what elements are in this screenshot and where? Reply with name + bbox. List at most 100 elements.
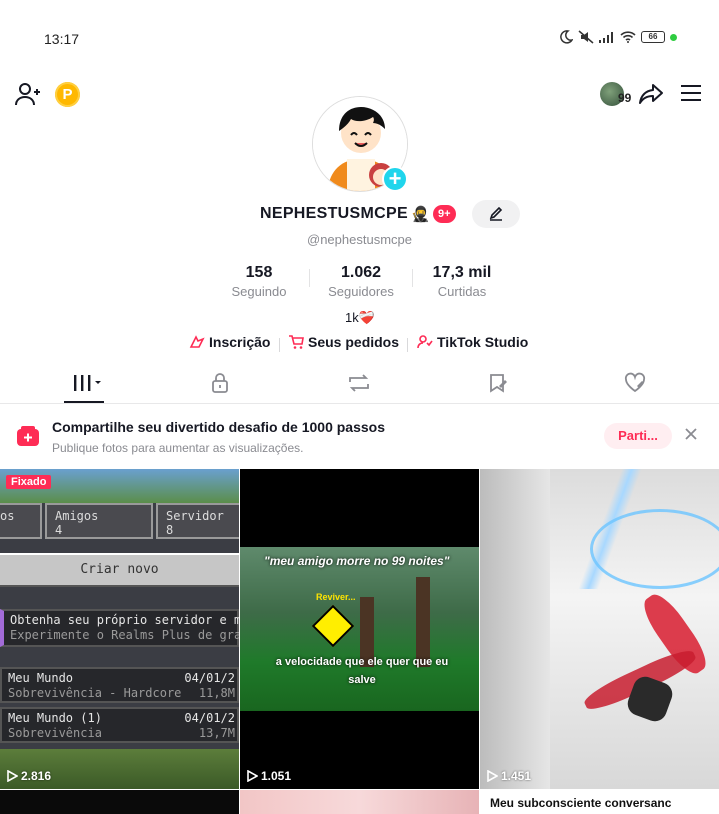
divider	[309, 269, 310, 287]
mc-world-size: 13,7M	[198, 726, 235, 740]
stat-followers[interactable]: 1.062 Seguidores	[324, 264, 398, 299]
link-label: Seus pedidos	[308, 334, 400, 350]
video-thumbnail[interactable]: "meu amigo morre no 99 noites" Reviver..…	[240, 469, 479, 789]
username: NEPHESTUSMCPE	[260, 205, 408, 222]
wifi-icon	[620, 31, 636, 43]
video-thumbnail[interactable]	[240, 790, 479, 814]
link-subscription[interactable]: Inscrição	[189, 334, 270, 350]
participate-button[interactable]: Parti...	[604, 423, 672, 449]
status-bar: 13:17 66	[0, 0, 719, 78]
mc-tab-count: 4	[55, 523, 63, 537]
mc-world-row: Meu Mundo (1) 04/01/2 Sobrevivência 13,7M	[0, 707, 239, 743]
mc-world-name: Meu Mundo	[8, 671, 74, 685]
user-handle: @nephestusmcpe	[307, 232, 412, 247]
mc-promo-subtitle: Experimente o Realms Plus de graç	[10, 628, 239, 642]
tab-favorites[interactable]	[487, 372, 509, 399]
banner-subtitle: Publique fotos para aumentar as visualiz…	[52, 441, 304, 455]
content-tabs	[0, 368, 719, 404]
stat-label: Seguindo	[231, 284, 287, 299]
mc-tab-label: os	[0, 509, 15, 523]
view-count-value: 1.451	[501, 769, 532, 783]
coin-icon[interactable]: P	[55, 82, 80, 107]
close-icon[interactable]	[684, 427, 698, 441]
mc-tab: os	[0, 503, 42, 539]
menu-icon[interactable]	[680, 84, 702, 102]
link-label: Inscrição	[209, 334, 271, 350]
cart-icon	[289, 335, 304, 349]
video-thumbnail[interactable]: Meu subconsciente conversanc	[480, 790, 719, 814]
mc-world-size: 11,8M	[198, 686, 235, 700]
signal-icon	[599, 32, 613, 43]
light-ring	[590, 509, 719, 589]
stat-label: Seguidores	[328, 284, 394, 299]
add-story-button[interactable]: +	[382, 166, 408, 192]
bio-text: 1k❤️‍🩹	[345, 310, 375, 325]
repost-icon	[349, 374, 369, 392]
video-caption: Meu subconsciente conversanc	[490, 796, 672, 810]
pinned-badge: Fixado	[6, 475, 52, 489]
banner-title: Compartilhe seu divertido desafio de 100…	[52, 419, 385, 435]
studio-icon	[417, 335, 433, 349]
view-count-value: 1.051	[261, 769, 292, 783]
challenge-banner[interactable]: Compartilhe seu divertido desafio de 100…	[0, 405, 719, 469]
mc-world-row: Meu Mundo 04/01/2 Sobrevivência - Hardcor…	[0, 667, 239, 703]
divider	[412, 269, 413, 287]
lock-icon	[212, 373, 228, 393]
privacy-dot	[670, 33, 677, 41]
mc-create-button: Criar novo	[0, 553, 239, 587]
tab-videos[interactable]	[72, 372, 104, 399]
divider	[407, 338, 408, 352]
mc-world-mode: Sobrevivência - Hardcore	[8, 686, 182, 700]
mc-world-date: 04/01/2	[184, 671, 235, 685]
mc-tab-label: Amigos	[55, 509, 99, 523]
profile-stats: 158 Seguindo 1.062 Seguidores 17,3 mil C…	[0, 264, 719, 300]
video-thumbnail[interactable]: os Amigos 4 Servidor 8 Criar novo Obtenha …	[0, 469, 239, 789]
mc-tab: Amigos 4	[45, 503, 153, 539]
active-tab-indicator	[64, 401, 104, 403]
tab-reposts[interactable]	[347, 372, 371, 399]
heart-icon	[624, 372, 646, 393]
video-overlay-label: Reviver...	[316, 592, 356, 602]
account-badge: 99	[618, 91, 632, 105]
profile-links: Inscrição Seus pedidos TikTok Studio	[0, 334, 719, 356]
subscription-icon	[189, 335, 205, 348]
edit-profile-button[interactable]	[472, 200, 520, 228]
mc-promo-title: Obtenha seu próprio servidor e ma	[10, 613, 239, 627]
moon-icon	[560, 30, 573, 44]
play-icon	[7, 770, 18, 782]
view-count: 2.816	[6, 769, 51, 783]
view-count: 1.051	[246, 769, 291, 783]
video-caption-bottom: a velocidade que ele quer que eu salve	[275, 656, 449, 686]
tab-private[interactable]	[209, 372, 231, 399]
video-caption-top: "meu amigo morre no 99 noites"	[264, 554, 450, 568]
divider	[279, 338, 280, 352]
stat-value: 158	[245, 264, 273, 281]
notification-badge[interactable]: 9+	[433, 205, 456, 223]
mc-tab-label: Servidor	[166, 509, 224, 523]
stat-label: Curtidas	[437, 284, 487, 299]
mc-promo-row: Obtenha seu próprio servidor e ma Experi…	[0, 609, 239, 647]
status-icons: 66	[559, 30, 677, 44]
status-time: 13:17	[44, 31, 80, 47]
grid-icon	[74, 375, 101, 391]
view-count: 1.451	[486, 769, 531, 783]
pencil-icon	[489, 207, 503, 221]
mc-tab-count: 8	[166, 523, 174, 537]
stat-value: 1.062	[340, 264, 382, 281]
bookmark-icon	[490, 374, 507, 393]
view-count-value: 2.816	[21, 769, 52, 783]
play-icon	[247, 770, 258, 782]
link-studio[interactable]: TikTok Studio	[417, 334, 528, 350]
ninja-emoji: 🥷	[411, 206, 430, 223]
add-user-icon[interactable]	[14, 80, 42, 108]
link-orders[interactable]: Seus pedidos	[288, 334, 399, 350]
name-row: NEPHESTUSMCPE 🥷 9+	[0, 200, 719, 228]
share-icon[interactable]	[638, 81, 664, 107]
stat-following[interactable]: 158 Seguindo	[229, 264, 289, 299]
video-grid: os Amigos 4 Servidor 8 Criar novo Obtenha …	[0, 469, 719, 814]
plus-card-icon	[17, 426, 39, 446]
stat-likes[interactable]: 17,3 mil Curtidas	[426, 264, 498, 299]
video-thumbnail[interactable]	[0, 790, 239, 814]
tab-liked[interactable]	[623, 372, 647, 399]
video-thumbnail[interactable]: 1.451	[480, 469, 719, 789]
